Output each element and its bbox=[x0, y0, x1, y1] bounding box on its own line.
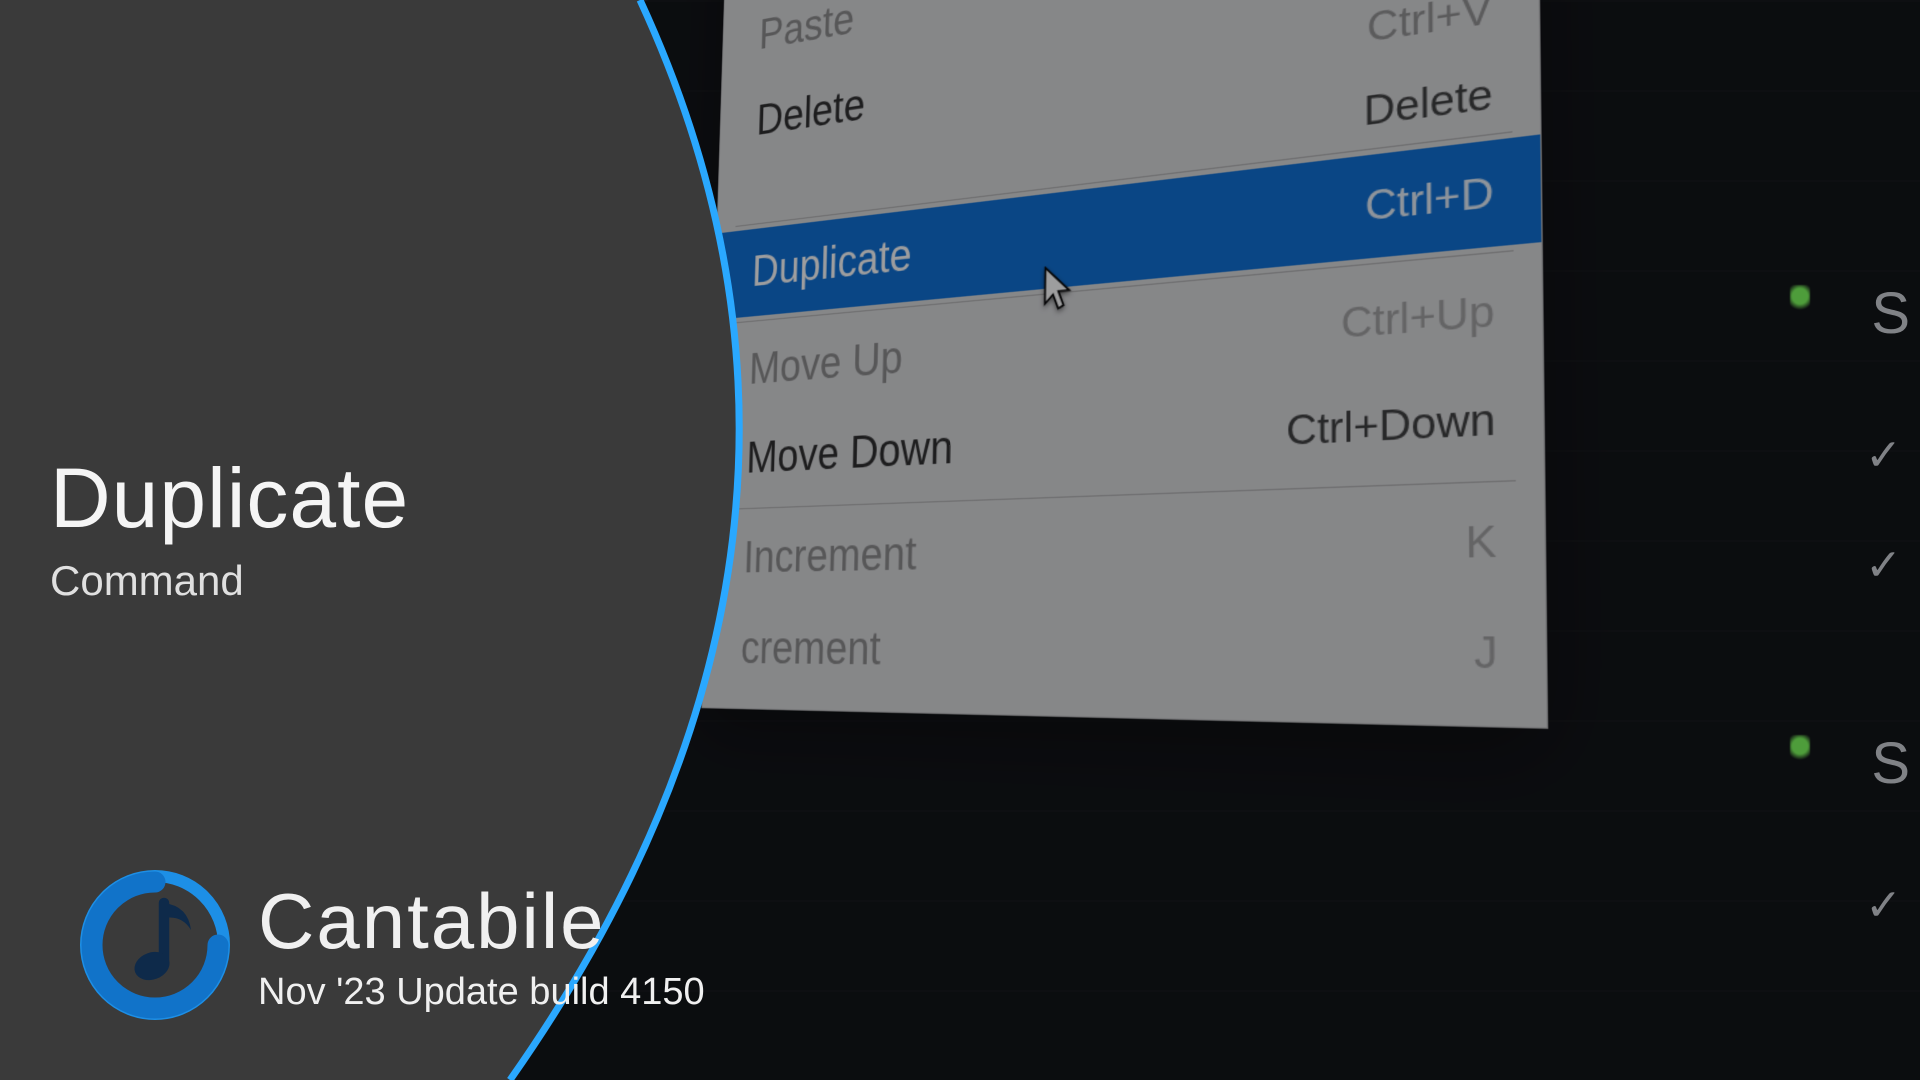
menu-item-label: Paste bbox=[759, 0, 855, 60]
menu-item-label: Duplicate bbox=[751, 230, 912, 297]
menu-item-shortcut: Ctrl+Up bbox=[1341, 286, 1495, 349]
menu-item-shortcut: Delete bbox=[1364, 70, 1494, 137]
menu-item-label: crement bbox=[740, 624, 881, 677]
menu-item-shortcut: Ctrl+D bbox=[1365, 168, 1494, 232]
menu-item-shortcut: J bbox=[1474, 627, 1498, 681]
menu-item-shortcut: Ctrl+Down bbox=[1286, 394, 1496, 456]
menu-item-shortcut: Ctrl+V bbox=[1367, 0, 1492, 53]
cantabile-logo-icon bbox=[80, 870, 230, 1020]
menu-item[interactable]: crement J bbox=[702, 598, 1546, 728]
context-menu: Ctrl+Y Copy Ctrl+X Paste Ctrl+C Delete C… bbox=[701, 0, 1548, 729]
menu-item-label: Increment bbox=[743, 529, 917, 584]
menu-item-label: Move Down bbox=[746, 422, 954, 484]
bg-list-item: e Fa bbox=[496, 242, 650, 361]
perspective-screenshot: oad & ime Lo PU Lo PU Lo e Fa or Ctrl+Y … bbox=[440, 0, 1720, 1080]
cursor-icon bbox=[1043, 263, 1077, 318]
menu-item-increment[interactable]: Increment K bbox=[706, 486, 1546, 604]
menu-item-shortcut: K bbox=[1465, 516, 1497, 570]
menu-item-label: Move Up bbox=[748, 333, 903, 395]
feature-title: Duplicate bbox=[50, 450, 409, 547]
menu-item-label: Delete bbox=[756, 81, 866, 146]
feature-title-block: Duplicate Command bbox=[50, 450, 409, 605]
background-list: oad & ime Lo PU Lo PU Lo e Fa or bbox=[491, 0, 664, 462]
bg-list-item: or bbox=[491, 347, 646, 462]
feature-subtitle: Command bbox=[50, 557, 409, 605]
